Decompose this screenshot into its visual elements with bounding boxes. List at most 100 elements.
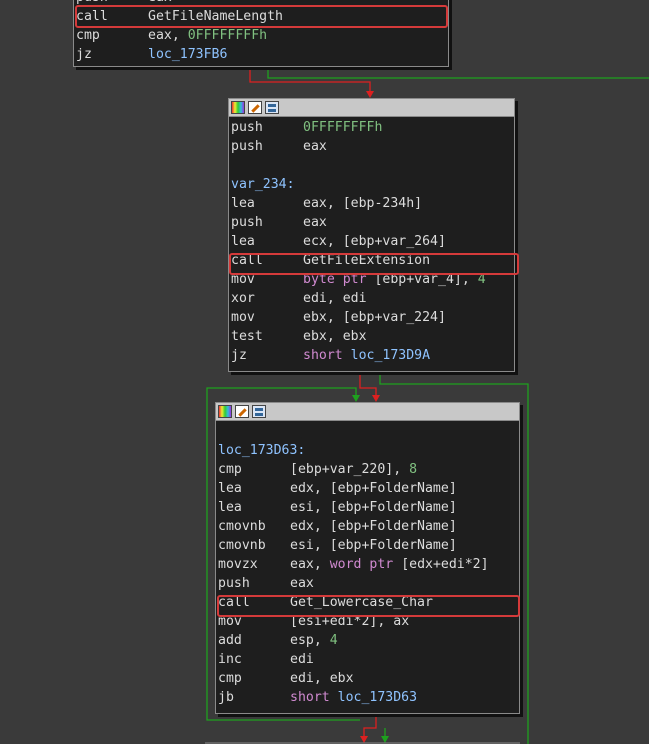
code-line[interactable]: lea ecx, [ebp+var_264] <box>231 232 514 251</box>
operand: , [ <box>313 519 338 534</box>
mnemonic: call <box>218 595 250 610</box>
operand: ebp+FolderName <box>337 500 449 515</box>
operand: eax <box>303 215 327 230</box>
code-line[interactable]: jb short loc_173D63 <box>218 688 519 707</box>
operand: ], <box>453 272 478 287</box>
operand: 0FFFFFFFFh <box>187 28 268 43</box>
code-line[interactable]: loc_173D63: <box>218 441 519 460</box>
operand: 4 <box>329 633 338 648</box>
code-line[interactable]: mov ebx, [ebp+var_224] <box>231 308 514 327</box>
operand: ] <box>448 481 457 496</box>
operand[interactable]: loc_173D63 <box>338 690 417 705</box>
operand: esi <box>290 538 314 553</box>
code-line[interactable]: lea edx, [ebp+FolderName] <box>218 479 519 498</box>
arrow-false-1 <box>366 91 374 98</box>
operand: eax <box>148 0 172 5</box>
code-line[interactable]: cmovnb edx, [ebp+FolderName] <box>218 517 519 536</box>
code-line[interactable]: xor edi, edi <box>231 289 514 308</box>
code-line[interactable]: call GetFileExtension <box>231 251 514 270</box>
operand[interactable]: GetFileExtension <box>303 253 430 268</box>
code-line[interactable]: cmp edi, ebx <box>218 669 519 688</box>
code-block-3[interactable]: loc_173D63: cmp [ebp+var_220], 8 lea edx, [e… <box>215 402 520 714</box>
mnemonic: call <box>76 9 108 24</box>
operand: edx+edi*2 <box>409 557 481 572</box>
code-line[interactable]: jz short loc_173D9A <box>231 346 514 365</box>
edit-icon[interactable] <box>235 405 249 418</box>
code-block-1[interactable]: pusheax call GetFileNameLength cmpeax, 0FFF… <box>73 0 449 67</box>
operand: , [ <box>313 481 338 496</box>
operand[interactable]: loc_173FB6 <box>148 47 227 62</box>
operand[interactable]: Get_Lowercase_Char <box>290 595 433 610</box>
mnemonic: push <box>231 120 263 135</box>
operand: ] <box>448 500 457 515</box>
graph-view-icon[interactable] <box>265 101 279 114</box>
operand: ebx <box>303 329 327 344</box>
arrow-loop <box>352 395 360 402</box>
mnemonic: mov <box>218 614 242 629</box>
color-palette-icon[interactable] <box>218 405 232 418</box>
edge-false-2[interactable] <box>359 370 377 396</box>
code-line[interactable]: movzx eax, word ptr [edx+edi*2] <box>218 555 519 574</box>
operand: ], <box>369 614 394 629</box>
mnemonic: mov <box>231 272 255 287</box>
mnemonic: cmp <box>218 671 242 686</box>
operand[interactable]: loc_173D9A <box>351 348 430 363</box>
code-line[interactable] <box>218 422 519 441</box>
graph-view-icon[interactable] <box>252 405 266 418</box>
operand: , <box>326 291 343 306</box>
code-line[interactable]: var_234: <box>231 175 514 194</box>
operand: , [ <box>326 310 351 325</box>
code-line[interactable]: push eax <box>231 213 514 232</box>
code-line[interactable]: call Get_Lowercase_Char <box>218 593 519 612</box>
arrow-true-3 <box>381 736 389 743</box>
operand: , [ <box>313 500 338 515</box>
edge-false-3[interactable] <box>363 712 377 738</box>
code-line[interactable]: lea eax, [ebp-234h] <box>231 194 514 213</box>
code-line[interactable]: cmp [ebp+var_220], 8 <box>218 460 519 479</box>
code-block-2[interactable]: push 0FFFFFFFFh push eax var_234: lea eax, [e… <box>228 98 519 372</box>
edge-true-1[interactable] <box>267 66 649 79</box>
code-line[interactable]: push 0FFFFFFFFh <box>231 118 514 137</box>
operand: edi <box>342 291 367 306</box>
mnemonic: push <box>218 576 250 591</box>
operand: -234h] <box>374 196 423 211</box>
code-line[interactable]: jz loc_173FB6 <box>76 45 448 64</box>
arrow-false-2 <box>372 395 380 402</box>
operand: [ <box>393 557 410 572</box>
code-line[interactable]: pusheax <box>76 0 448 7</box>
operand: edi <box>290 652 314 667</box>
operand: ebp+FolderName <box>337 481 449 496</box>
mnemonic: cmp <box>218 462 242 477</box>
code-line[interactable]: cmp eax, 0FFFFFFFFh <box>76 26 448 45</box>
edit-icon[interactable] <box>248 101 262 114</box>
operand: 4 <box>477 272 486 287</box>
operand: short <box>290 690 330 705</box>
mnemonic: push <box>231 215 263 230</box>
mnemonic: push <box>76 0 148 7</box>
code-line[interactable]: pusheax <box>218 574 519 593</box>
code-line[interactable]: add esp, 4 <box>218 631 519 650</box>
code-label[interactable]: var_234: <box>231 177 295 192</box>
code-line[interactable]: test ebx, ebx <box>231 327 514 346</box>
code-line[interactable]: mov byte ptr [ebp+var_4], 4 <box>231 270 514 289</box>
operand: short <box>303 348 343 363</box>
code-line[interactable]: lea esi, [ebp+FolderName] <box>218 498 519 517</box>
code-line[interactable]: call GetFileNameLength <box>76 7 448 26</box>
operand: edi <box>303 291 327 306</box>
operand: ] <box>480 557 489 572</box>
operand: ebx <box>342 329 367 344</box>
operand: ebx <box>329 671 354 686</box>
code-line[interactable] <box>231 156 514 175</box>
code-label[interactable]: loc_173D63: <box>218 443 305 458</box>
code-line[interactable]: mov [esi+edi*2], ax <box>218 612 519 631</box>
color-palette-icon[interactable] <box>231 101 245 114</box>
operand: esp <box>290 633 314 648</box>
mnemonic: xor <box>231 291 255 306</box>
operand[interactable]: GetFileNameLength <box>148 9 283 24</box>
operand: ecx <box>303 234 327 249</box>
block-3-titlebar <box>216 403 519 421</box>
operand: , <box>313 671 330 686</box>
code-line[interactable]: pusheax <box>231 137 514 156</box>
code-line[interactable]: inc edi <box>218 650 519 669</box>
code-line[interactable]: cmovnb esi, [ebp+FolderName] <box>218 536 519 555</box>
